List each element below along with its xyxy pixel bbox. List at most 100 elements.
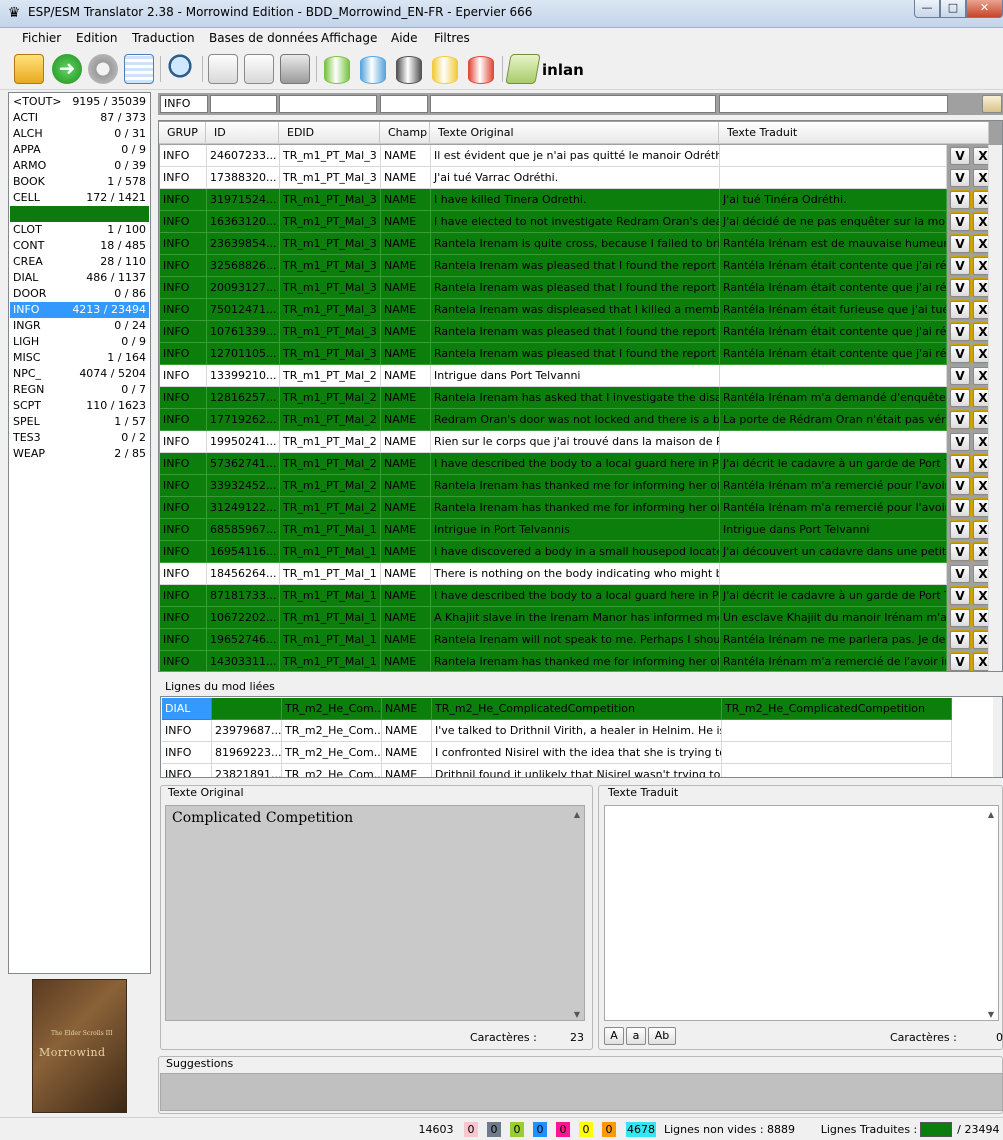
category-item[interactable]: <TOUT> 9195 / 35039 [10, 94, 149, 110]
table-row[interactable]: INFO 16363120... TR_m1_PT_Mal_3 NAME I have … [160, 211, 993, 233]
minimize-button[interactable]: — [914, 0, 940, 18]
accept-button[interactable]: V [950, 235, 970, 253]
category-item[interactable]: CONT 18 / 485 [10, 238, 149, 254]
accept-button[interactable]: V [950, 301, 970, 319]
menu-filtres[interactable]: Filtres [434, 31, 470, 45]
table-row[interactable]: INFO 75012471... TR_m1_PT_Mal_3 NAME Rantela… [160, 299, 993, 321]
scroll-up-icon[interactable]: ▲ [572, 810, 582, 819]
category-item[interactable]: MISC 1 / 164 [10, 350, 149, 366]
category-list[interactable]: <TOUT> 9195 / 35039 ACTI 87 / 373 ALCH 0 / 31… [8, 92, 151, 974]
linked-row[interactable]: DIAL TR_m2_He_Com... NAME TR_m2_He_Complica… [162, 698, 952, 720]
filter-grup-input[interactable]: INFO [160, 95, 208, 113]
menu-edition[interactable]: Edition [76, 31, 118, 45]
accept-button[interactable]: V [950, 279, 970, 297]
table-row[interactable]: INFO 19652746... TR_m1_PT_Mal_1 NAME Rantela… [160, 629, 993, 651]
filter-champ-input[interactable] [380, 95, 428, 113]
database-black-icon[interactable] [396, 56, 422, 84]
suggestions-box[interactable] [160, 1073, 1003, 1111]
scroll-down-icon[interactable]: ▼ [986, 1010, 996, 1019]
category-item[interactable]: BOOK 1 / 578 [10, 174, 149, 190]
scroll-up-icon[interactable]: ▲ [986, 810, 996, 819]
filter-original-input[interactable] [430, 95, 716, 113]
category-item[interactable]: CELL 172 / 1421 [10, 190, 149, 206]
arrow-right-icon[interactable]: ➜ [52, 54, 82, 84]
category-item[interactable]: DIAL 486 / 1137 [10, 270, 149, 286]
original-textarea[interactable]: Complicated Competition [165, 805, 585, 1021]
menu-traduction[interactable]: Traduction [132, 31, 195, 45]
import-icon[interactable] [208, 54, 238, 84]
accept-button[interactable]: V [950, 169, 970, 187]
table-row[interactable]: INFO 68585967... TR_m1_PT_Mal_1 NAME Intrigu… [160, 519, 993, 541]
table-row[interactable]: INFO 57362741... TR_m1_PT_Mal_2 NAME I have … [160, 453, 993, 475]
scroll-down-icon[interactable]: ▼ [572, 1010, 582, 1019]
linked-row[interactable]: INFO 81969223... TR_m2_He_Com... NAME I conf… [162, 742, 952, 764]
category-item[interactable]: CLAS 1 / 1 [10, 206, 149, 222]
lowercase-button[interactable]: a [626, 1027, 646, 1045]
table-row[interactable]: INFO 31971524... TR_m1_PT_Mal_3 NAME I have … [160, 189, 993, 211]
accept-button[interactable]: V [950, 411, 970, 429]
gear-icon[interactable] [88, 54, 118, 84]
table-row[interactable]: INFO 12701105... TR_m1_PT_Mal_3 NAME Rantela… [160, 343, 993, 365]
table-row[interactable]: INFO 31249122... TR_m1_PT_Mal_2 NAME Rantela… [160, 497, 993, 519]
column-header-champ[interactable]: Champ [380, 122, 430, 144]
translated-textarea[interactable] [604, 805, 999, 1021]
accept-button[interactable]: V [950, 499, 970, 517]
accept-button[interactable]: V [950, 631, 970, 649]
column-header-edid[interactable]: EDID [279, 122, 380, 144]
category-item[interactable]: SPEL 1 / 57 [10, 414, 149, 430]
menu-fichier[interactable]: Fichier [22, 31, 61, 45]
accept-button[interactable]: V [950, 565, 970, 583]
capitalize-button[interactable]: Ab [648, 1027, 676, 1045]
category-item[interactable]: ALCH 0 / 31 [10, 126, 149, 142]
search-icon[interactable] [168, 54, 198, 84]
table-row[interactable]: INFO 12816257... TR_m1_PT_Mal_2 NAME Rantela… [160, 387, 993, 409]
table-row[interactable]: INFO 20093127... TR_m1_PT_Mal_3 NAME Rantela… [160, 277, 993, 299]
category-item[interactable]: INFO 4213 / 23494 [10, 302, 149, 318]
accept-button[interactable]: V [950, 587, 970, 605]
table-row[interactable]: INFO 33932452... TR_m1_PT_Mal_2 NAME Rantela… [160, 475, 993, 497]
accept-button[interactable]: V [950, 191, 970, 209]
table-row[interactable]: INFO 32568826... TR_m1_PT_Mal_3 NAME Rantela… [160, 255, 993, 277]
table-row[interactable]: INFO 23639854... TR_m1_PT_Mal_3 NAME Rantela… [160, 233, 993, 255]
accept-button[interactable]: V [950, 147, 970, 165]
accept-button[interactable]: V [950, 345, 970, 363]
column-header-grup[interactable]: GRUP [159, 122, 206, 144]
database-blue-icon[interactable] [360, 56, 386, 84]
category-item[interactable]: TES3 0 / 2 [10, 430, 149, 446]
grid-scrollbar[interactable] [988, 145, 1002, 671]
database-green-icon[interactable] [324, 56, 350, 84]
category-item[interactable]: CLOT 1 / 100 [10, 222, 149, 238]
accept-button[interactable]: V [950, 389, 970, 407]
clear-filter-icon[interactable] [982, 95, 1002, 113]
table-row[interactable]: INFO 10761339... TR_m1_PT_Mal_3 NAME Rantela… [160, 321, 993, 343]
category-item[interactable]: APPA 0 / 9 [10, 142, 149, 158]
table-row[interactable]: INFO 24607233... TR_m1_PT_Mal_3 NAME Il est … [160, 145, 993, 167]
accept-button[interactable]: V [950, 455, 970, 473]
menu-affichage[interactable]: Affichage [321, 31, 377, 45]
category-item[interactable]: DOOR 0 / 86 [10, 286, 149, 302]
table-row[interactable]: INFO 19950241... TR_m1_PT_Mal_2 NAME Rien su… [160, 431, 993, 453]
scroll-icon[interactable] [505, 54, 541, 84]
accept-button[interactable]: V [950, 653, 970, 671]
open-folder-icon[interactable] [14, 54, 44, 84]
table-row[interactable]: INFO 14303311... TR_m1_PT_Mal_1 NAME Rantela… [160, 651, 993, 671]
category-item[interactable]: NPC_ 4074 / 5204 [10, 366, 149, 382]
filter-id-input[interactable] [210, 95, 277, 113]
maximize-button[interactable]: □ [940, 0, 966, 18]
accept-button[interactable]: V [950, 257, 970, 275]
accept-button[interactable]: V [950, 521, 970, 539]
table-row[interactable]: INFO 17719262... TR_m1_PT_Mal_2 NAME Redram … [160, 409, 993, 431]
export-icon[interactable] [244, 54, 274, 84]
filter-edid-input[interactable] [279, 95, 377, 113]
linked-scrollbar[interactable] [993, 697, 1002, 777]
category-item[interactable]: INGR 0 / 24 [10, 318, 149, 334]
database-yellow-icon[interactable] [432, 56, 458, 84]
column-header-translated[interactable]: Texte Traduit [719, 122, 989, 144]
category-item[interactable]: WEAP 2 / 85 [10, 446, 149, 462]
table-row[interactable]: INFO 17388320... TR_m1_PT_Mal_3 NAME J'ai tu… [160, 167, 993, 189]
accept-button[interactable]: V [950, 609, 970, 627]
close-button[interactable]: ✕ [966, 0, 1003, 18]
filter-translated-input[interactable] [719, 95, 948, 113]
uppercase-button[interactable]: A [604, 1027, 624, 1045]
category-item[interactable]: SCPT 110 / 1623 [10, 398, 149, 414]
